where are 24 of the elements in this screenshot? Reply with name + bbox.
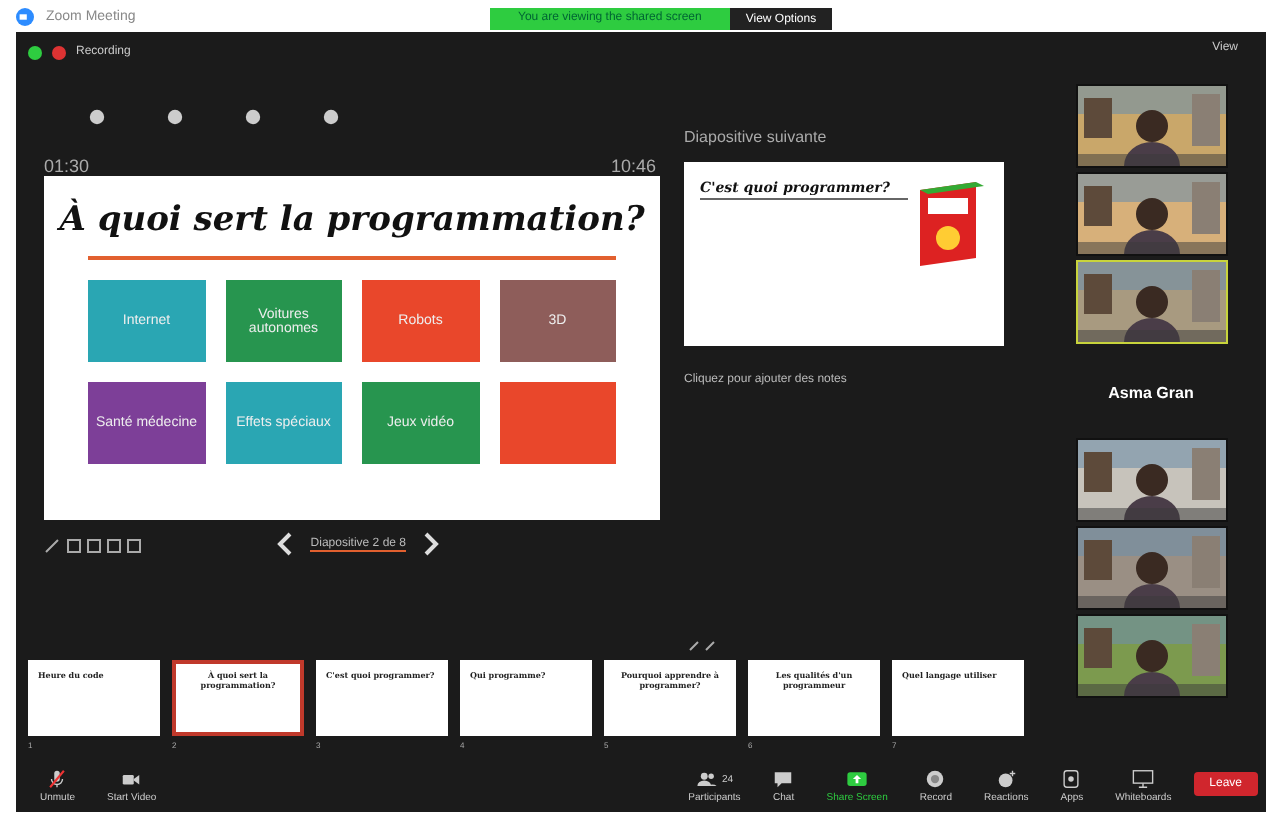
mic-icon — [46, 768, 69, 790]
tool-icon[interactable] — [322, 108, 340, 126]
app-icon — [16, 7, 34, 25]
share-icon — [846, 768, 869, 790]
collapse-icon[interactable] — [688, 640, 716, 652]
apps-icon — [1060, 768, 1083, 790]
people-icon — [695, 768, 718, 790]
book-icon — [916, 178, 988, 266]
timer: 01:30 — [44, 156, 90, 176]
reactions-icon — [995, 768, 1018, 790]
next-slide-button[interactable] — [422, 532, 440, 556]
tool-icon[interactable] — [244, 108, 262, 126]
chat-icon — [772, 768, 795, 790]
tool-icon[interactable] — [166, 108, 184, 126]
participant-name: Asma Gran — [1108, 384, 1194, 402]
record-icon — [924, 768, 947, 790]
drawing-tools-icon[interactable] — [44, 535, 144, 553]
tool-icon[interactable] — [88, 108, 106, 126]
security-icon — [28, 45, 42, 59]
slide-title: À quoi sert la programmation? — [59, 200, 645, 240]
whiteboard-icon — [1132, 768, 1155, 790]
previous-slide-button[interactable] — [276, 532, 295, 556]
clock: 10:46 — [610, 156, 656, 176]
next-slide-label: Diapositive suivante — [684, 128, 829, 146]
